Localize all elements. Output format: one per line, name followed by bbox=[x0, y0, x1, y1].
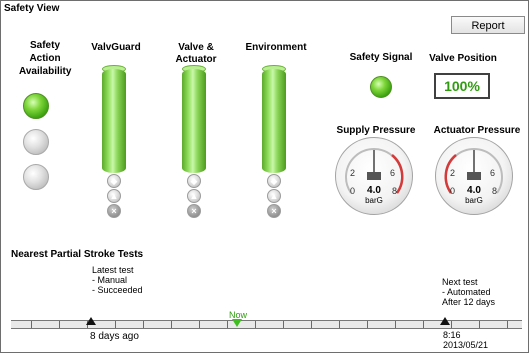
next-test-line: - Automated bbox=[442, 287, 491, 297]
next-test-time: 8:16 bbox=[443, 330, 461, 340]
gauge-tick: 2 bbox=[450, 168, 456, 178]
latest-test-heading: Latest test bbox=[92, 265, 134, 275]
environment-header: Environment bbox=[245, 42, 307, 53]
gauge-tick: 8 bbox=[492, 186, 498, 196]
warning-icon[interactable]: ▲ bbox=[267, 189, 281, 203]
valvguard-header: ValvGuard bbox=[91, 42, 141, 53]
bar-fill bbox=[262, 69, 286, 173]
diamond-icon[interactable]: ◆ bbox=[267, 174, 281, 188]
actuator-pressure-gauge: 0 2 6 8 4.0 barG bbox=[435, 137, 513, 215]
warning-icon[interactable]: ▲ bbox=[187, 189, 201, 203]
timeline-tick bbox=[479, 321, 480, 328]
latest-test-line: - Succeeded bbox=[92, 285, 143, 295]
report-button[interactable]: Report bbox=[451, 16, 525, 34]
next-test-info: Next test - Automated After 12 days bbox=[442, 277, 495, 307]
valve-position-value: 100% bbox=[434, 73, 490, 99]
gauge-tick: 8 bbox=[392, 186, 398, 196]
latest-test-line: - Manual bbox=[92, 275, 128, 285]
next-test-heading: Next test bbox=[442, 277, 478, 287]
close-icon[interactable]: × bbox=[267, 204, 281, 218]
actuator-pressure-value: 4.0 bbox=[467, 185, 481, 196]
actuator-pressure-label: Actuator Pressure bbox=[433, 125, 521, 136]
timeline-tick bbox=[311, 321, 312, 328]
stroke-tests-title: Nearest Partial Stroke Tests bbox=[11, 249, 144, 260]
availability-label-line: Safety bbox=[29, 40, 60, 51]
timeline-tick bbox=[143, 321, 144, 328]
valve-position-label: Valve Position bbox=[429, 53, 497, 64]
diamond-icon[interactable]: ◆ bbox=[107, 174, 121, 188]
valve-actuator-header: Valve & Actuator bbox=[175, 42, 217, 65]
safety-signal-led bbox=[370, 76, 392, 98]
latest-test-when: 8 days ago bbox=[90, 331, 139, 342]
latest-test-marker-icon[interactable] bbox=[86, 317, 96, 325]
warning-icon[interactable]: ▲ bbox=[107, 189, 121, 203]
next-test-datetime: 8:16 2013/05/21 bbox=[443, 330, 488, 350]
valvguard-bar bbox=[102, 65, 126, 173]
timeline-tick bbox=[423, 321, 424, 328]
environment-status-icons: ◆ ▲ × bbox=[261, 173, 287, 219]
environment-bar bbox=[262, 65, 286, 173]
valve-actuator-status-icons: ◆ ▲ × bbox=[181, 173, 207, 219]
timeline-tick bbox=[367, 321, 368, 328]
timeline-tick bbox=[283, 321, 284, 328]
gauge-tick: 0 bbox=[450, 186, 456, 196]
diamond-icon[interactable]: ◆ bbox=[187, 174, 201, 188]
next-test-line: After 12 days bbox=[442, 297, 496, 307]
supply-pressure-label: Supply Pressure bbox=[336, 125, 416, 136]
bar-fill bbox=[182, 69, 206, 173]
supply-pressure-gauge: 0 2 6 8 4.0 barG bbox=[335, 137, 413, 215]
close-icon[interactable]: × bbox=[107, 204, 121, 218]
availability-led-2 bbox=[23, 129, 49, 155]
gauge-tick: 2 bbox=[350, 168, 356, 178]
gauge-tick: 6 bbox=[390, 168, 396, 178]
supply-pressure-unit: barG bbox=[365, 196, 383, 205]
valve-actuator-bar bbox=[182, 65, 206, 173]
availability-led-3 bbox=[23, 164, 49, 190]
valvguard-status-icons: ◆ ▲ × bbox=[101, 173, 127, 219]
availability-label-line: Action bbox=[29, 53, 61, 64]
availability-label: Safety Action Availability bbox=[19, 39, 71, 78]
timeline-tick bbox=[171, 321, 172, 328]
timeline-tick bbox=[227, 321, 228, 328]
availability-label-line: Availability bbox=[19, 66, 72, 77]
latest-test-info: Latest test - Manual - Succeeded bbox=[92, 265, 143, 295]
timeline-tick bbox=[59, 321, 60, 328]
next-test-marker-icon[interactable] bbox=[440, 317, 450, 325]
supply-pressure-value: 4.0 bbox=[367, 185, 381, 196]
timeline-tick bbox=[395, 321, 396, 328]
timeline-tick bbox=[451, 321, 452, 328]
bar-fill bbox=[102, 69, 126, 173]
availability-led-1 bbox=[23, 93, 49, 119]
gauge-tick: 0 bbox=[350, 186, 356, 196]
window-title: Safety View bbox=[4, 3, 60, 14]
safety-signal-label: Safety Signal bbox=[349, 52, 413, 63]
timeline-tick bbox=[255, 321, 256, 328]
actuator-pressure-unit: barG bbox=[465, 196, 483, 205]
timeline-tick bbox=[339, 321, 340, 328]
timeline-tick bbox=[31, 321, 32, 328]
close-icon[interactable]: × bbox=[187, 204, 201, 218]
timeline-tick bbox=[199, 321, 200, 328]
now-marker-icon bbox=[232, 319, 242, 327]
safety-view-window: Safety View Report Safety Action Availab… bbox=[0, 0, 529, 353]
next-test-date: 2013/05/21 bbox=[443, 340, 489, 350]
timeline-tick bbox=[507, 321, 508, 328]
timeline-tick bbox=[115, 321, 116, 328]
gauge-tick: 6 bbox=[490, 168, 496, 178]
